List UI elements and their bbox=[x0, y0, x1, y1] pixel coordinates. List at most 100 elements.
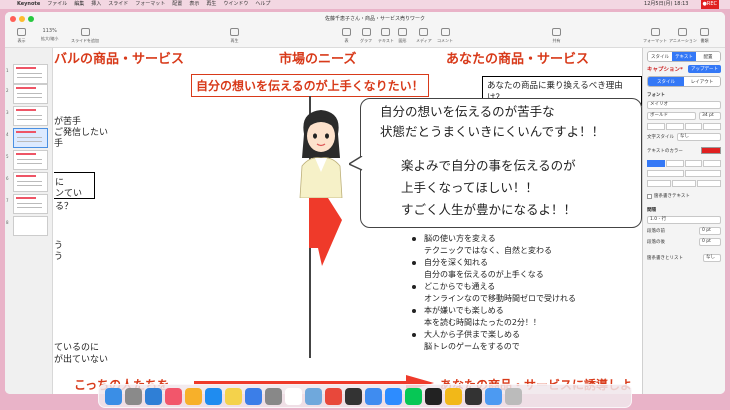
subtab-layout[interactable]: レイアウト bbox=[684, 77, 720, 86]
launchpad-icon[interactable] bbox=[125, 387, 142, 405]
slide-thumbnail[interactable] bbox=[13, 172, 48, 192]
menu-slide[interactable]: スライド bbox=[108, 0, 128, 9]
zoom-window-icon[interactable] bbox=[28, 16, 34, 22]
finder-icon[interactable] bbox=[105, 387, 122, 405]
bullets-select[interactable]: なし bbox=[703, 254, 721, 262]
line-spacing-select[interactable]: 1.0 - 行 bbox=[647, 216, 721, 224]
menu-format[interactable]: フォーマット bbox=[135, 0, 165, 9]
rec-badge[interactable]: ●REC bbox=[700, 0, 719, 9]
close-window-icon[interactable] bbox=[10, 16, 16, 22]
menu-arrange[interactable]: 配置 bbox=[172, 0, 182, 9]
align-center-button[interactable] bbox=[665, 160, 684, 167]
apple-icon[interactable] bbox=[0, 0, 10, 9]
toolbar-shape-button[interactable]: 図形 bbox=[398, 28, 407, 44]
slide-thumbnail-active[interactable] bbox=[13, 128, 48, 148]
safari-icon[interactable] bbox=[145, 387, 162, 405]
toolbar-zoom-button[interactable]: 113% 拡大/縮小 bbox=[41, 28, 58, 42]
red-arrow-shape[interactable] bbox=[294, 198, 344, 268]
files-icon[interactable] bbox=[485, 387, 502, 405]
tab-arrange[interactable]: 配置 bbox=[696, 52, 720, 61]
checkbox-icon[interactable] bbox=[647, 193, 652, 199]
benefits-list[interactable]: 脳の使い方を変える テクニックではなく、自然と変わる 自分を深く知れる 自分の事… bbox=[409, 233, 576, 353]
valign-bottom-button[interactable] bbox=[697, 180, 721, 187]
slide-number: 8 bbox=[6, 220, 9, 225]
menu-edit[interactable]: 編集 bbox=[74, 0, 84, 9]
toolbar-table-button[interactable]: 表 bbox=[342, 28, 351, 44]
underline-button[interactable] bbox=[684, 123, 703, 130]
font-size-field[interactable]: 34 pt bbox=[699, 112, 721, 120]
justify-button[interactable] bbox=[703, 160, 721, 167]
align-right-button[interactable] bbox=[684, 160, 703, 167]
settings-icon[interactable] bbox=[265, 387, 282, 405]
menu-insert[interactable]: 挿入 bbox=[91, 0, 101, 9]
minimize-window-icon[interactable] bbox=[19, 16, 25, 22]
slide-thumbnail[interactable] bbox=[13, 150, 48, 170]
toolbar-animate-button[interactable]: アニメーション bbox=[669, 28, 697, 44]
menu-view[interactable]: 表示 bbox=[189, 0, 199, 9]
toolbar-document-button[interactable]: 書類 bbox=[700, 28, 709, 44]
kindle-icon[interactable] bbox=[425, 387, 442, 405]
subtab-style[interactable]: スタイル bbox=[648, 77, 684, 86]
vertical-align-buttons bbox=[647, 180, 721, 187]
menubar-clock[interactable]: 12月5日(月) 18:13 bbox=[644, 0, 688, 9]
mail-icon[interactable] bbox=[245, 387, 262, 405]
outdent-button[interactable] bbox=[647, 170, 684, 177]
keynote-icon[interactable] bbox=[365, 387, 382, 405]
preview-icon[interactable] bbox=[305, 387, 322, 405]
text-color-swatch[interactable] bbox=[701, 147, 721, 154]
after-field[interactable]: 0 pt bbox=[699, 238, 721, 246]
menu-file[interactable]: ファイル bbox=[47, 0, 67, 9]
toolbar-format-button[interactable]: フォーマット bbox=[643, 28, 667, 44]
finalcut-icon[interactable] bbox=[345, 387, 362, 405]
notes-icon[interactable] bbox=[225, 387, 242, 405]
before-row: 段落の前 0 pt bbox=[647, 227, 721, 235]
toolbar-add-slide-button[interactable]: スライドを追加 bbox=[71, 28, 99, 44]
toolbar-text-button[interactable]: テキスト bbox=[378, 28, 394, 44]
paragraph-style-name[interactable]: キャプション* bbox=[647, 65, 683, 73]
toolbar-share-button[interactable]: 共有 bbox=[552, 28, 561, 44]
toolbar-play-button[interactable]: 再生 bbox=[230, 28, 239, 44]
menu-play[interactable]: 再生 bbox=[206, 0, 216, 9]
menubar-app-name[interactable]: Keynote bbox=[17, 0, 40, 9]
music-icon[interactable] bbox=[165, 387, 182, 405]
calendar-icon[interactable] bbox=[285, 387, 302, 405]
menu-help[interactable]: ヘルプ bbox=[255, 0, 270, 9]
toolbar-media-button[interactable]: メディア bbox=[416, 28, 432, 44]
competitor-question-box[interactable]: に ンている？ bbox=[54, 172, 95, 212]
drive-icon[interactable] bbox=[445, 387, 462, 405]
valign-top-button[interactable] bbox=[647, 180, 671, 187]
italic-button[interactable] bbox=[665, 123, 684, 130]
slide-thumbnail[interactable] bbox=[13, 194, 48, 214]
slide-thumbnail[interactable] bbox=[13, 216, 48, 236]
tab-text[interactable]: テキスト bbox=[672, 52, 696, 61]
font-name-select[interactable]: メイリオ bbox=[647, 101, 721, 109]
valign-middle-button[interactable] bbox=[672, 180, 696, 187]
line-icon[interactable] bbox=[405, 387, 422, 405]
indent-button[interactable] bbox=[684, 170, 721, 177]
market-needs-box[interactable]: 自分の想いを伝えるのが上手くなりたい！ bbox=[191, 74, 429, 97]
strikethrough-button[interactable] bbox=[703, 123, 721, 130]
slide-canvas[interactable]: バルの商品・サービス 市場のニーズ あなたの商品・サービス 自分の想いを伝えるの… bbox=[54, 48, 642, 394]
trash-icon[interactable] bbox=[505, 387, 522, 405]
menu-window[interactable]: ウインドウ bbox=[223, 0, 248, 9]
toolbar-view-button[interactable]: 表示 bbox=[17, 28, 26, 44]
slide-thumbnail[interactable] bbox=[13, 106, 48, 126]
slide-thumbnail[interactable] bbox=[13, 64, 48, 84]
tab-style[interactable]: スタイル bbox=[648, 52, 672, 61]
update-button[interactable]: アップデート bbox=[688, 65, 721, 73]
speech-bubble[interactable]: 自分の想いを伝えるのが苦手な 状態だとうまくいきにくいんですよ！！ 楽よみで自分… bbox=[360, 98, 642, 228]
char-style-select[interactable]: なし bbox=[677, 133, 721, 141]
photos-icon[interactable] bbox=[185, 387, 202, 405]
toolbar-chart-button[interactable]: グラフ bbox=[360, 28, 372, 44]
font-weight-select[interactable]: ボールド bbox=[647, 112, 696, 120]
zoom-icon[interactable] bbox=[385, 387, 402, 405]
terminal-icon[interactable] bbox=[465, 387, 482, 405]
character-illustration[interactable] bbox=[290, 106, 352, 198]
align-left-button[interactable] bbox=[647, 160, 665, 167]
slide-thumbnail[interactable] bbox=[13, 84, 48, 104]
chrome-icon[interactable] bbox=[325, 387, 342, 405]
appstore-icon[interactable] bbox=[205, 387, 222, 405]
bold-button[interactable] bbox=[647, 123, 665, 130]
toolbar-comment-button[interactable]: コメント bbox=[437, 28, 453, 44]
before-field[interactable]: 0 pt bbox=[699, 227, 721, 235]
